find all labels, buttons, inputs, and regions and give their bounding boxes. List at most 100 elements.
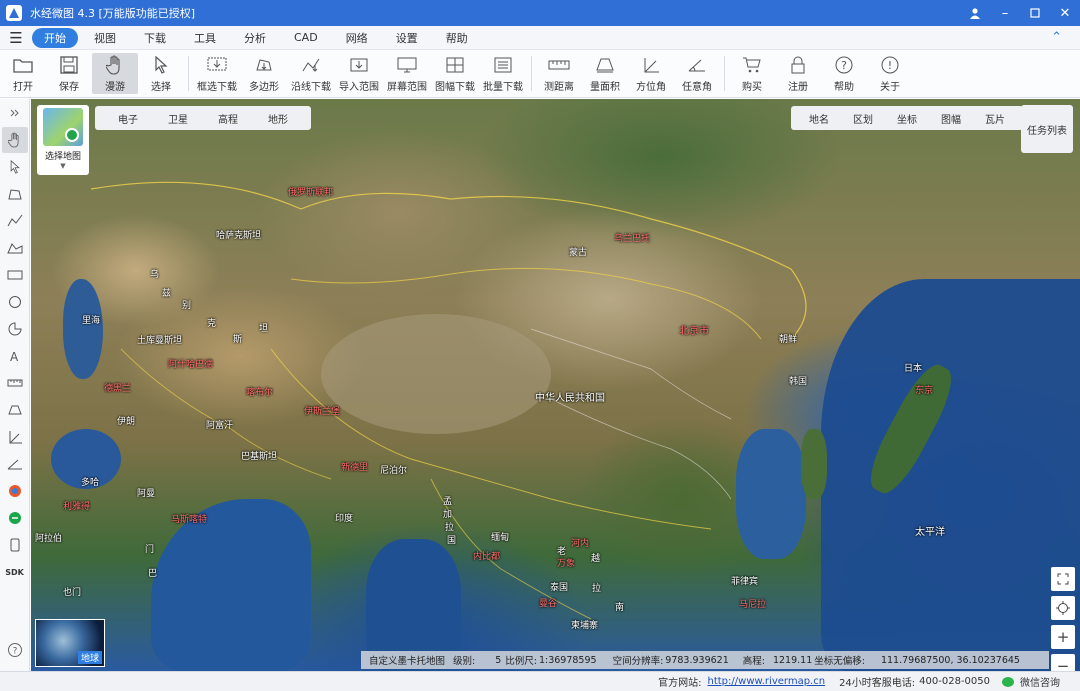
hamburger-icon[interactable]: ☰ xyxy=(0,29,32,47)
menu-network[interactable]: 网络 xyxy=(334,28,380,48)
tab-vector[interactable]: 电子 xyxy=(103,111,153,126)
title-bar: 水经微图 4.3 [万能版功能已授权] – ✕ xyxy=(0,0,1080,26)
minimize-button[interactable]: – xyxy=(990,0,1020,26)
sdk-button[interactable]: SDK xyxy=(2,559,28,585)
cursor-icon xyxy=(150,55,172,75)
text-tool-icon[interactable]: A xyxy=(2,343,28,369)
angle-icon xyxy=(686,55,708,75)
polygon-tool-icon[interactable] xyxy=(2,181,28,207)
status-resolution: 9783.939621 xyxy=(665,654,729,666)
status-scale: 1:36978595 xyxy=(538,654,597,666)
area-tool-icon[interactable] xyxy=(2,235,28,261)
expand-sidebar-icon[interactable] xyxy=(2,100,28,126)
import-range-button[interactable]: 导入范围 xyxy=(335,50,383,97)
sector-tool-icon[interactable] xyxy=(2,316,28,342)
tab-elevation[interactable]: 高程 xyxy=(203,111,253,126)
polyline-tool-icon[interactable] xyxy=(2,208,28,234)
user-icon[interactable] xyxy=(960,0,990,26)
map-label-tehran: 德黑兰 xyxy=(104,384,132,394)
line-download-button[interactable]: 沿线下载 xyxy=(287,50,335,97)
area-icon xyxy=(594,55,616,75)
map-label-iran: 伊朗 xyxy=(117,417,136,427)
footer-site-link[interactable]: http://www.rivermap.cn xyxy=(708,676,826,687)
menu-start[interactable]: 开始 xyxy=(32,27,78,48)
collapse-ribbon-icon[interactable]: ⌃ xyxy=(1051,30,1062,45)
map-canvas[interactable]: 俄罗斯联邦 哈萨克斯坦 蒙古 乌兰巴托 里海 乌 兹 别 克 坦 斯 土库曼斯坦… xyxy=(31,99,1080,671)
help-circle-icon[interactable]: ? xyxy=(2,637,28,663)
cart-icon xyxy=(741,55,763,75)
toolbar-divider xyxy=(724,56,725,91)
tab-terrain[interactable]: 地形 xyxy=(253,111,303,126)
rectangle-tool-icon[interactable] xyxy=(2,262,28,288)
box-download-button[interactable]: 框选下载 xyxy=(193,50,241,97)
status-resolution-label: 空间分辨率: xyxy=(612,656,664,667)
any-angle-button[interactable]: 任意角 xyxy=(674,50,720,97)
map-source-chooser[interactable]: 选择地图 ▼ xyxy=(37,105,89,175)
help-button[interactable]: ? 帮助 xyxy=(821,50,867,97)
menu-view[interactable]: 视图 xyxy=(82,28,128,48)
batch-download-button[interactable]: 批量下载 xyxy=(479,50,527,97)
green-plugin-icon[interactable] xyxy=(2,505,28,531)
select-button[interactable]: 选择 xyxy=(138,50,184,97)
map-label-pakistan-mark: 巴 xyxy=(148,569,158,579)
select-tool-icon[interactable] xyxy=(2,154,28,180)
ribbon-toolbar: 打开 保存 漫游 选择 框选下载 多边形 沿线下载 导入范围 屏幕范围 图幅下载… xyxy=(0,50,1080,98)
measure-area-button[interactable]: 量面积 xyxy=(582,50,628,97)
zoom-out-button[interactable]: − xyxy=(1051,654,1075,671)
wechat-icon xyxy=(1002,676,1014,687)
tab-sheets[interactable]: 图幅 xyxy=(929,111,973,126)
save-button[interactable]: 保存 xyxy=(46,50,92,97)
azimuth-tool-icon[interactable] xyxy=(2,424,28,450)
pan-tool-icon[interactable] xyxy=(1,127,28,153)
map-label-xinjiang: 斯 xyxy=(233,335,243,345)
menu-help[interactable]: 帮助 xyxy=(434,28,480,48)
menu-settings[interactable]: 设置 xyxy=(384,28,430,48)
map-label-uz3: 别 xyxy=(182,301,192,311)
footer-wechat[interactable]: 微信咨询 xyxy=(1020,674,1060,689)
tab-place-names[interactable]: 地名 xyxy=(797,111,841,126)
globe-view-thumbnail[interactable]: 地球 xyxy=(35,619,105,667)
sheet-download-button[interactable]: 图幅下载 xyxy=(431,50,479,97)
tab-coordinates[interactable]: 坐标 xyxy=(885,111,929,126)
menu-download[interactable]: 下载 xyxy=(132,28,178,48)
menu-tools[interactable]: 工具 xyxy=(182,28,228,48)
pan-button[interactable]: 漫游 xyxy=(92,53,138,94)
screen-range-button[interactable]: 屏幕范围 xyxy=(383,50,431,97)
circle-tool-icon[interactable] xyxy=(2,289,28,315)
map-label-ulaanbaatar: 乌兰巴托 xyxy=(614,234,651,244)
ruler-tool-icon[interactable] xyxy=(2,370,28,396)
map-thumbnail-icon xyxy=(43,108,83,146)
map-label-yemen-mark: 门 xyxy=(145,545,155,555)
footer-phone-label: 24小时客服电话: xyxy=(839,678,916,689)
task-list-button[interactable]: 任务列表 xyxy=(1021,105,1073,153)
zoom-in-button[interactable]: + xyxy=(1051,625,1075,649)
map-label-vietnam: 越 xyxy=(591,554,601,564)
status-elevation: 1219.11 xyxy=(772,654,813,666)
angle-tool-icon[interactable] xyxy=(2,451,28,477)
phone-icon[interactable] xyxy=(2,532,28,558)
map-label-dprk: 朝鲜 xyxy=(779,335,798,345)
locate-icon[interactable] xyxy=(1051,596,1075,620)
measure-distance-button[interactable]: 测距离 xyxy=(536,50,582,97)
tab-divisions[interactable]: 区划 xyxy=(841,111,885,126)
maximize-button[interactable] xyxy=(1020,0,1050,26)
tab-satellite[interactable]: 卫星 xyxy=(153,111,203,126)
close-button[interactable]: ✕ xyxy=(1050,0,1080,26)
menu-analysis[interactable]: 分析 xyxy=(232,28,278,48)
open-button[interactable]: 打开 xyxy=(0,50,46,97)
chevron-down-icon: ▼ xyxy=(60,162,66,170)
polygon-button[interactable]: 多边形 xyxy=(241,50,287,97)
purchase-button[interactable]: 购买 xyxy=(729,50,775,97)
about-button[interactable]: ! 关于 xyxy=(867,50,913,97)
fullscreen-icon[interactable] xyxy=(1051,567,1075,591)
map-label-oman: 阿曼 xyxy=(137,489,156,499)
map-label-delhi: 新德里 xyxy=(341,463,369,473)
measure-area-tool-icon[interactable] xyxy=(2,397,28,423)
layer-plugin-icon[interactable] xyxy=(2,478,28,504)
azimuth-button[interactable]: 方位角 xyxy=(628,50,674,97)
tab-tiles[interactable]: 瓦片 xyxy=(973,111,1017,126)
map-label-bd1: 孟 xyxy=(443,497,453,507)
register-button[interactable]: 注册 xyxy=(775,50,821,97)
menu-cad[interactable]: CAD xyxy=(282,29,330,46)
map-controls: + − xyxy=(1051,567,1075,671)
